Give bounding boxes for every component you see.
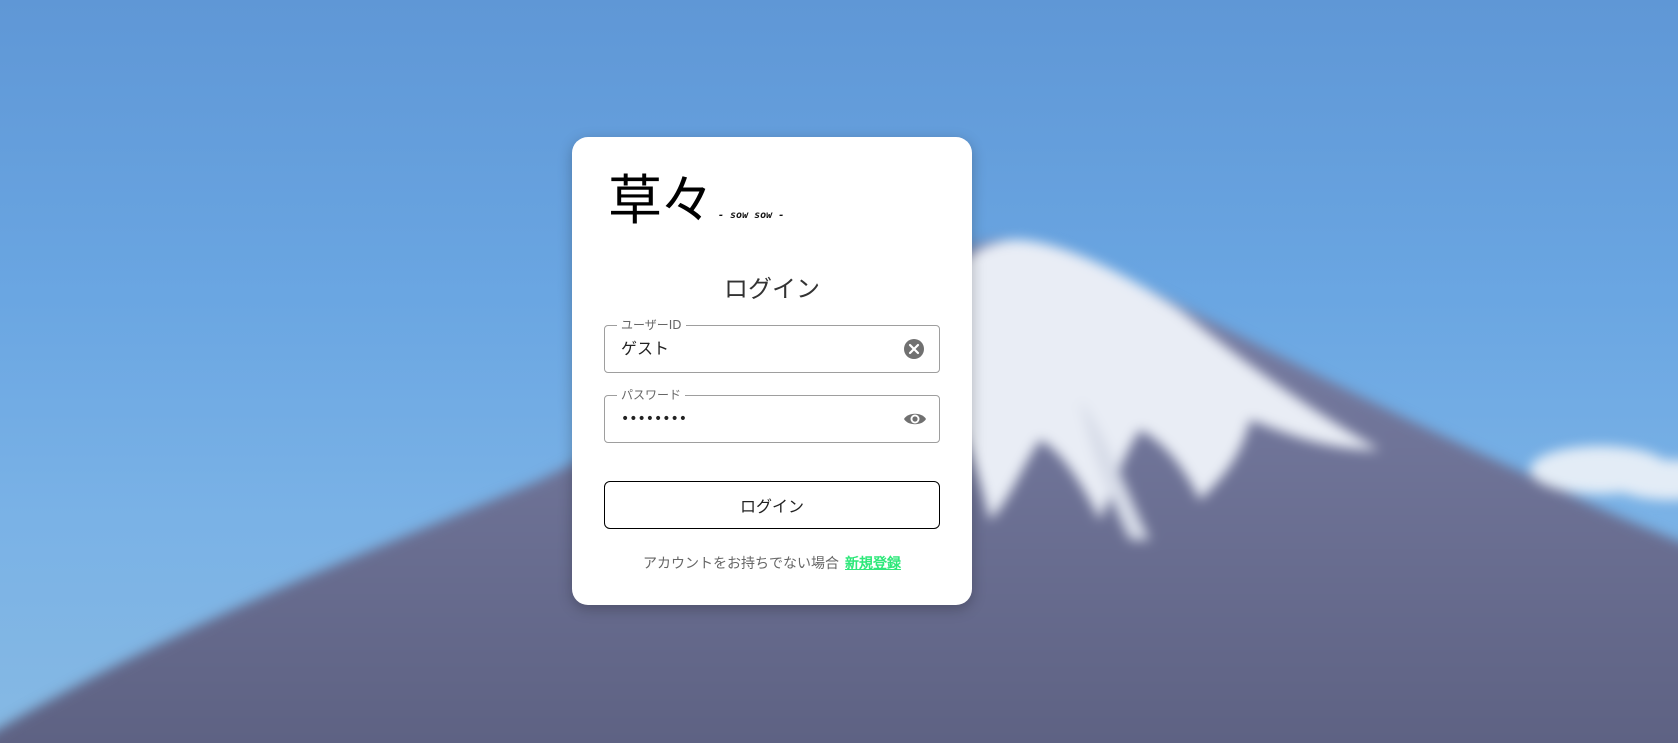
- signup-link[interactable]: 新規登録: [845, 556, 901, 572]
- password-input[interactable]: ••••••••: [621, 396, 687, 442]
- signup-prompt: アカウントをお持ちでない場合 新規登録: [572, 553, 972, 573]
- password-field[interactable]: パスワード ••••••••: [604, 388, 940, 443]
- eye-icon[interactable]: [903, 408, 926, 430]
- login-card: 草々 - sow sow - ログイン ユーザーID ゲスト パスワード •••…: [572, 137, 972, 605]
- login-button[interactable]: ログイン: [604, 481, 940, 529]
- signup-prompt-text: アカウントをお持ちでない場合: [643, 556, 839, 572]
- user-id-input[interactable]: ゲスト: [621, 326, 669, 372]
- logo-subtitle: - sow sow -: [718, 210, 785, 221]
- page-title: ログイン: [724, 275, 820, 303]
- logo-kanji: 草々: [608, 169, 714, 232]
- clear-icon[interactable]: [903, 338, 925, 360]
- app-logo: 草々 - sow sow -: [608, 171, 784, 231]
- user-id-field[interactable]: ユーザーID ゲスト: [604, 318, 940, 373]
